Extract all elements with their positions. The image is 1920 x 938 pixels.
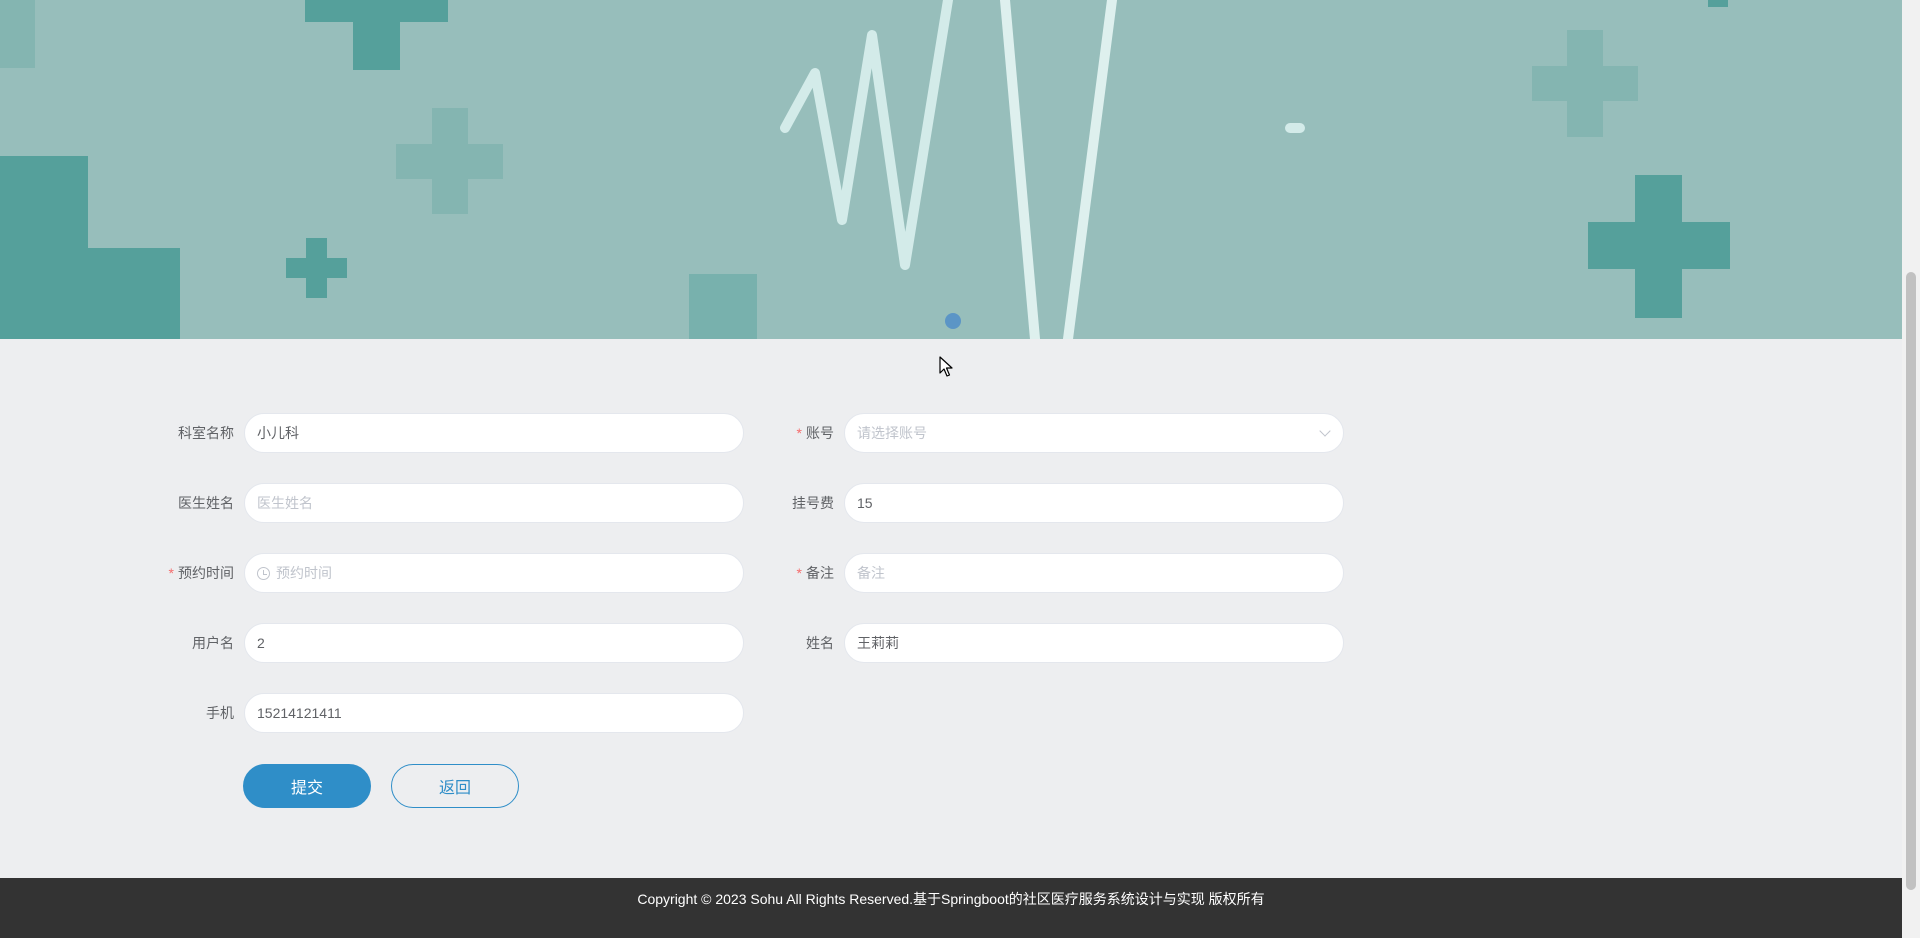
- username-row: 用户名 2: [152, 623, 744, 663]
- medical-cross-icon: [396, 108, 503, 214]
- name-label: 姓名: [806, 635, 834, 651]
- department-row: 科室名称 小儿科: [152, 413, 744, 453]
- department-input[interactable]: 小儿科: [244, 413, 744, 453]
- medical-cross-icon: [286, 238, 347, 298]
- name-row: 姓名 王莉莉: [752, 623, 1344, 663]
- medical-cross-icon: [305, 0, 448, 70]
- medical-cross-icon: [1532, 30, 1638, 137]
- medical-cross-icon: [1588, 175, 1730, 318]
- required-mark: *: [796, 425, 802, 441]
- doctor-name-row: 医生姓名 医生姓名: [152, 483, 744, 523]
- appointment-time-picker[interactable]: 预约时间: [244, 553, 744, 593]
- doctor-name-label: 医生姓名: [178, 495, 234, 511]
- carousel-indicator-dot[interactable]: [945, 313, 961, 329]
- registration-fee-label: 挂号费: [792, 495, 834, 511]
- required-mark: *: [796, 565, 802, 581]
- decor-block: [689, 274, 757, 339]
- name-input[interactable]: 王莉莉: [844, 623, 1344, 663]
- back-button[interactable]: 返回: [391, 764, 519, 808]
- account-row: * 账号 请选择账号: [752, 413, 1344, 453]
- banner-image: [0, 0, 1730, 339]
- mouse-cursor-icon: [939, 356, 953, 377]
- username-input[interactable]: 2: [244, 623, 744, 663]
- decor-block: [0, 248, 180, 339]
- appointment-time-row: * 预约时间 预约时间: [152, 553, 744, 593]
- remark-row: * 备注 备注: [752, 553, 1344, 593]
- department-label: 科室名称: [178, 425, 234, 441]
- account-label: * 账号: [796, 425, 834, 441]
- doctor-name-input[interactable]: 医生姓名: [244, 483, 744, 523]
- phone-row: 手机 15214121411: [152, 693, 744, 733]
- submit-button[interactable]: 提交: [243, 764, 371, 808]
- phone-label: 手机: [206, 705, 234, 721]
- appointment-time-label: * 预约时间: [168, 565, 234, 581]
- remark-input[interactable]: 备注: [844, 553, 1344, 593]
- phone-input[interactable]: 15214121411: [244, 693, 744, 733]
- chevron-down-icon: [1319, 425, 1331, 437]
- scrollbar-thumb[interactable]: [1906, 272, 1916, 890]
- heartbeat-line-icon: [515, 0, 1525, 339]
- clock-icon: [257, 566, 270, 580]
- username-label: 用户名: [192, 635, 234, 651]
- required-mark: *: [168, 565, 174, 581]
- registration-fee-row: 挂号费 15: [752, 483, 1344, 523]
- footer-copyright: Copyright © 2023 Sohu All Rights Reserve…: [637, 891, 1265, 907]
- vertical-scrollbar[interactable]: [1902, 0, 1920, 938]
- account-select[interactable]: 请选择账号: [844, 413, 1344, 453]
- remark-label: * 备注: [796, 565, 834, 581]
- decor-block: [0, 0, 35, 68]
- footer: Copyright © 2023 Sohu All Rights Reserve…: [0, 878, 1902, 938]
- banner-carousel: [0, 0, 1902, 339]
- registration-fee-input[interactable]: 15: [844, 483, 1344, 523]
